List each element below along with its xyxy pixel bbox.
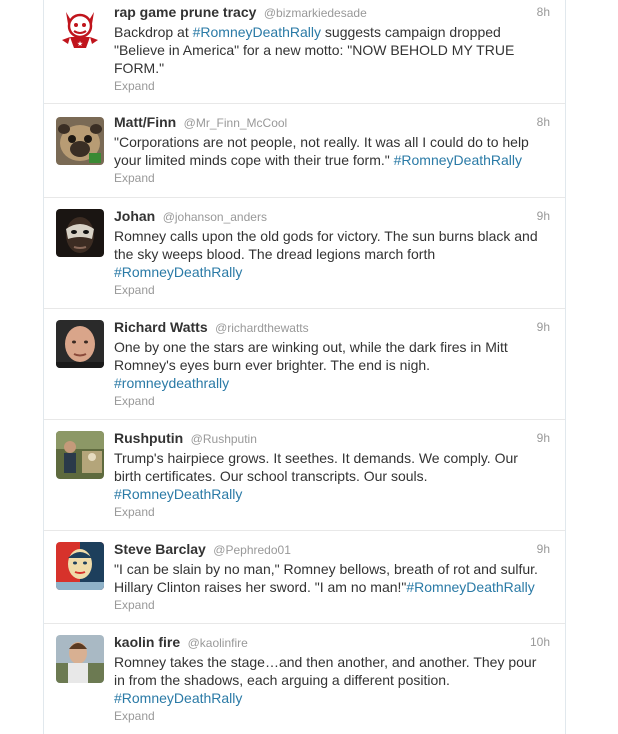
expand-link[interactable]: Expand bbox=[114, 282, 554, 298]
tweet-item[interactable]: Steve Barclay @Pephredo01 9h "I can be s… bbox=[44, 531, 565, 624]
tweet-text-segment: Hillary Clinton raises her sword. "I am … bbox=[114, 579, 407, 595]
tweet-text-segment: Backdrop at bbox=[114, 24, 193, 40]
tweet-fullname[interactable]: rap game prune tracy bbox=[114, 4, 256, 20]
tweet-fullname[interactable]: Steve Barclay bbox=[114, 541, 206, 557]
hashtag-link[interactable]: #RomneyDeathRally bbox=[193, 24, 321, 40]
tweet-timestamp[interactable]: 8h bbox=[537, 114, 550, 131]
tweet-text-segment: the sky weeps blood. The dread legions m… bbox=[114, 246, 436, 262]
tweet-text-segment: Romney calls upon the old gods for victo… bbox=[114, 228, 538, 244]
tweet-stream: ★ rap game prune tracy @bizmarkiedesade … bbox=[43, 0, 566, 734]
tweet-text-segment: in from the shadows, each arguing a diff… bbox=[114, 672, 450, 688]
tweet-text-segment: "Believe in America" for a new motto: "N… bbox=[114, 42, 515, 58]
tweet-text: Romney takes the stage…and then another,… bbox=[114, 653, 554, 707]
tweet-text: Romney calls upon the old gods for victo… bbox=[114, 227, 554, 281]
tweet-text: "I can be slain by no man," Romney bello… bbox=[114, 560, 554, 596]
tweet-item[interactable]: Rushputin @Rushputin 9h Trump's hairpiec… bbox=[44, 420, 565, 531]
tweet-fullname[interactable]: Johan bbox=[114, 208, 155, 224]
hashtag-link[interactable]: #RomneyDeathRally bbox=[394, 152, 522, 168]
tweet-timestamp[interactable]: 9h bbox=[537, 319, 550, 336]
tweet-text: Trump's hairpiece grows. It seethes. It … bbox=[114, 449, 554, 503]
tweet-username[interactable]: @kaolinfire bbox=[188, 636, 248, 650]
expand-link[interactable]: Expand bbox=[114, 78, 554, 94]
tweet-timestamp[interactable]: 10h bbox=[530, 634, 550, 651]
hashtag-link[interactable]: #RomneyDeathRally bbox=[114, 486, 242, 502]
tweet-text-segment: "I can be slain by no man," Romney bello… bbox=[114, 561, 538, 577]
tweet-username[interactable]: @richardthewatts bbox=[215, 321, 309, 335]
tweet-username[interactable]: @bizmarkiedesade bbox=[264, 6, 367, 20]
tweet-timestamp[interactable]: 8h bbox=[537, 4, 550, 21]
tweet-text: "Corporations are not people, not really… bbox=[114, 133, 554, 169]
tweet-timestamp[interactable]: 9h bbox=[537, 208, 550, 225]
tweet-timestamp[interactable]: 9h bbox=[537, 430, 550, 447]
tweet-fullname[interactable]: Matt/Finn bbox=[114, 114, 176, 130]
tweet-text-segment: suggests campaign dropped bbox=[321, 24, 501, 40]
tweet-username[interactable]: @Rushputin bbox=[191, 432, 257, 446]
tweet-text-segment: birth certificates. Our school transcrip… bbox=[114, 468, 428, 484]
tweet-text: One by one the stars are winking out, wh… bbox=[114, 338, 554, 392]
tweet-fullname[interactable]: kaolin fire bbox=[114, 634, 180, 650]
tweet-fullname[interactable]: Richard Watts bbox=[114, 319, 208, 335]
tweet-text: Backdrop at #RomneyDeathRally suggests c… bbox=[114, 23, 554, 77]
tweet-text-segment: Romney takes the stage…and then another,… bbox=[114, 654, 537, 670]
hashtag-link[interactable]: #RomneyDeathRally bbox=[406, 579, 534, 595]
expand-link[interactable]: Expand bbox=[114, 504, 554, 520]
tweet-item[interactable]: Richard Watts @richardthewatts 9h One by… bbox=[44, 309, 565, 420]
tweet-text-segment: Trump's hairpiece grows. It seethes. It … bbox=[114, 450, 518, 466]
hashtag-link[interactable]: #romneydeathrally bbox=[114, 375, 229, 391]
tweet-item[interactable]: kaolin fire @kaolinfire 10h Romney takes… bbox=[44, 624, 565, 734]
expand-link[interactable]: Expand bbox=[114, 393, 554, 409]
expand-link[interactable]: Expand bbox=[114, 708, 554, 724]
hashtag-link[interactable]: #RomneyDeathRally bbox=[114, 690, 242, 706]
expand-link[interactable]: Expand bbox=[114, 597, 554, 613]
tweet-text-segment: One by one the stars are winking out, wh… bbox=[114, 339, 508, 355]
hashtag-link[interactable]: #RomneyDeathRally bbox=[114, 264, 242, 280]
tweet-text-segment: FORM." bbox=[114, 60, 165, 76]
bald-man-avatar[interactable] bbox=[56, 320, 104, 368]
tweet-username[interactable]: @Mr_Finn_McCool bbox=[184, 116, 288, 130]
masked-face-avatar[interactable] bbox=[56, 209, 104, 257]
expand-link[interactable]: Expand bbox=[114, 170, 554, 186]
tweet-item[interactable]: Johan @johanson_anders 9h Romney calls u… bbox=[44, 198, 565, 309]
pug-avatar[interactable] bbox=[56, 117, 104, 165]
tweet-username[interactable]: @johanson_anders bbox=[163, 210, 267, 224]
devil-cartoon-avatar[interactable]: ★ bbox=[56, 4, 104, 52]
tweet-item[interactable]: ★ rap game prune tracy @bizmarkiedesade … bbox=[44, 0, 565, 104]
svg-text:★: ★ bbox=[77, 40, 83, 48]
tweet-text-segment: Romney's eyes burn ever brighter. The en… bbox=[114, 357, 431, 373]
tweet-text-segment: your limited minds cope with their true … bbox=[114, 152, 394, 168]
tweet-fullname[interactable]: Rushputin bbox=[114, 430, 183, 446]
person-outdoors-avatar[interactable] bbox=[56, 431, 104, 479]
tweet-text-segment: "Corporations are not people, not really… bbox=[114, 134, 529, 150]
tweet-item[interactable]: Matt/Finn @Mr_Finn_McCool 8h "Corporatio… bbox=[44, 104, 565, 198]
poster-portrait-avatar[interactable] bbox=[56, 542, 104, 590]
man-outdoors-avatar[interactable] bbox=[56, 635, 104, 683]
tweet-username[interactable]: @Pephredo01 bbox=[213, 543, 291, 557]
tweet-timestamp[interactable]: 9h bbox=[537, 541, 550, 558]
